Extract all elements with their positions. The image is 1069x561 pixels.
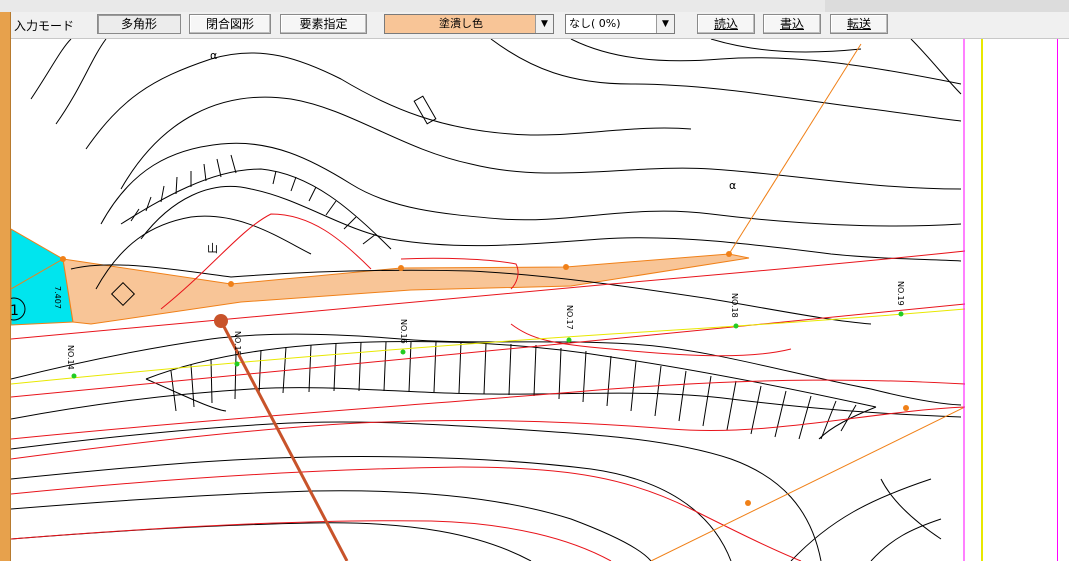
- station-label-no17: NO.17: [565, 305, 574, 330]
- red-lines: [11, 213, 965, 561]
- contour-symbol-2: α: [729, 179, 736, 192]
- station-label-no15: NO.15: [233, 331, 242, 356]
- fill-color-select[interactable]: 塗潰し色 ▼: [384, 14, 554, 34]
- fill-color-dropdown-arrow-icon[interactable]: ▼: [535, 15, 553, 33]
- write-button-label: 書込: [779, 17, 804, 31]
- right-panel-yellow-border: [981, 39, 983, 561]
- station-label-no19: NO.19: [896, 281, 905, 306]
- read-button-label: 読込: [713, 17, 738, 31]
- toolbar: 入力モード 多角形 閉合図形 要素指定 塗潰し色 ▼ なし( 0%) ▼ 読込 …: [10, 12, 1069, 39]
- station-label-no16: NO.16: [399, 319, 408, 344]
- slope-hatch-upper: [120, 154, 392, 250]
- transfer-button[interactable]: 転送: [830, 14, 888, 34]
- transfer-button-label: 転送: [846, 17, 871, 31]
- station-label-no18: NO.18: [730, 293, 739, 318]
- closed-shape-button-label: 閉合図形: [205, 17, 254, 31]
- closed-shape-button[interactable]: 閉合図形: [189, 14, 271, 34]
- write-button[interactable]: 書込: [763, 14, 821, 34]
- element-select-button[interactable]: 要素指定: [280, 14, 367, 34]
- hatch-select[interactable]: なし( 0%) ▼: [565, 14, 675, 34]
- left-frame-bar: [0, 12, 11, 561]
- slope-hatch-lower: [145, 341, 877, 440]
- building-rect-1: [413, 95, 437, 125]
- polygon-button-label: 多角形: [120, 17, 157, 31]
- polygon-button[interactable]: 多角形: [97, 14, 181, 34]
- yellow-line: [11, 308, 965, 385]
- fill-color-select-value: 塗潰し色: [439, 17, 483, 30]
- hatch-select-value: なし( 0%): [569, 17, 621, 30]
- cyan-filled-region: [11, 228, 74, 326]
- read-button[interactable]: 読込: [697, 14, 755, 34]
- input-mode-label: 入力モード: [14, 19, 75, 33]
- topographic-drawing: 1 α α 山 7.407 NO.14 NO.15 NO.16 NO.17 NO…: [11, 39, 965, 561]
- hatch-dropdown-arrow-icon[interactable]: ▼: [656, 15, 674, 33]
- station-label-no14: NO.14: [66, 345, 75, 370]
- element-select-button-label: 要素指定: [299, 17, 348, 31]
- window-top-strip: [0, 0, 1069, 12]
- drawing-canvas[interactable]: 1 α α 山 7.407 NO.14 NO.15 NO.16 NO.17 NO…: [11, 39, 965, 561]
- right-panel: [965, 39, 1069, 561]
- dimension-label: 7.407: [53, 286, 62, 309]
- mountain-symbol: 山: [207, 242, 218, 255]
- contour-symbol-1: α: [210, 49, 217, 62]
- pointer-dot: [214, 314, 228, 328]
- circle-marker-text: 1: [11, 303, 19, 319]
- right-panel-magenta-border: [1057, 39, 1058, 561]
